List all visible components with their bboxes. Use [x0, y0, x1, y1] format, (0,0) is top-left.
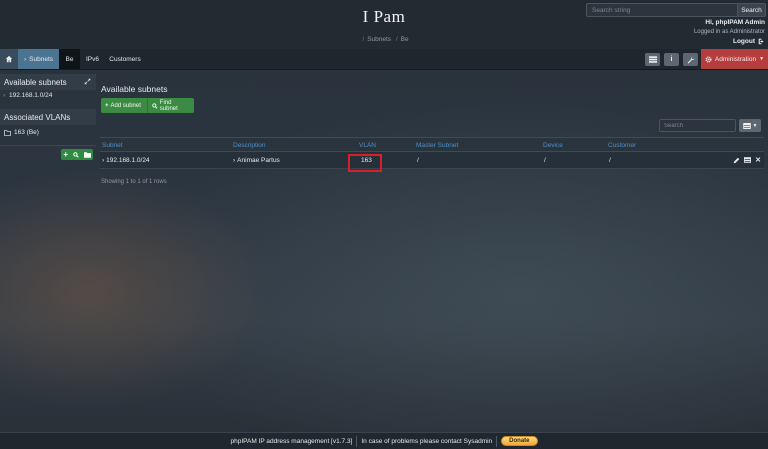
sidebar-subnets-title: Available subnets [4, 77, 67, 87]
sidebar-subnet-label: 192.168.1.0/24 [8, 92, 53, 99]
main-content: Available subnets + Add subnet Find subn… [96, 70, 768, 200]
footer-support-text: In case of problems please contact Sysad… [361, 437, 493, 445]
table-search-input[interactable] [659, 119, 736, 132]
main-navbar: › Subnets Be IPv6 Customers i Administra… [0, 49, 768, 70]
cell-description[interactable]: › Animae Partus [233, 152, 280, 168]
row-actions: ✕ [733, 152, 761, 168]
plus-icon: + [105, 102, 109, 109]
nav-subnets-label: Subnets [29, 55, 54, 63]
breadcrumb-subnets[interactable]: Subnets [367, 36, 391, 43]
administration-menu[interactable]: Administration ▼ [701, 49, 768, 69]
list-view-button[interactable] [645, 53, 660, 66]
search-icon [152, 102, 158, 109]
folder-icon [4, 129, 11, 136]
wrench-icon [687, 56, 695, 64]
logout-label: Logout [732, 38, 755, 45]
column-header-customer[interactable]: Customer [608, 138, 636, 152]
page-footer: phpIPAM IP address management [v1.7.3] I… [0, 432, 768, 449]
chevron-right-icon: › [3, 92, 6, 99]
column-header-subnet[interactable]: Subnet [102, 138, 123, 152]
donate-button[interactable]: Donate [501, 436, 538, 446]
sidebar-item-vlan[interactable]: 163 (Be) [4, 129, 39, 136]
breadcrumb: / Subnets / Be [362, 36, 409, 43]
cell-subnet[interactable]: › 192.168.1.0/24 [102, 152, 150, 168]
column-header-device[interactable]: Device [543, 138, 563, 152]
logged-in-as: Logged in as Administrator [693, 29, 765, 35]
footer-divider [356, 435, 358, 447]
sidebar-vlan-label: 163 (Be) [14, 129, 39, 136]
description-text: Animae Partus [237, 156, 280, 164]
caret-down-icon: ▼ [752, 122, 758, 129]
sidebar-item-subnet[interactable]: › 192.168.1.0/24 [3, 92, 52, 99]
list-icon [648, 56, 657, 63]
sidebar: Available subnets › 192.168.1.0/24 Assoc… [0, 70, 96, 162]
sign-out-icon [758, 38, 764, 45]
global-search-input[interactable] [586, 3, 737, 17]
column-header-description[interactable]: Description [233, 138, 266, 152]
page-header: I Pam /Subnets /Be Search Hi, phpIPAM Ad… [0, 0, 768, 49]
sidebar-actions: + [61, 149, 93, 160]
chevron-right-icon: › [102, 156, 105, 164]
info-icon: i [670, 56, 673, 63]
nav-be[interactable]: Be [59, 49, 80, 69]
columns-toggle-button[interactable]: ▼ [739, 119, 761, 132]
caret-down-icon: ▼ [759, 56, 765, 62]
cell-master-subnet: / [417, 156, 419, 164]
chevron-right-icon: › [23, 55, 27, 63]
table-row[interactable]: › 192.168.1.0/24 › Animae Partus 163 / /… [100, 152, 764, 169]
tools-button[interactable] [683, 53, 698, 66]
delete-icon[interactable]: ✕ [755, 156, 761, 164]
column-header-vlan[interactable]: VLAN [359, 138, 376, 152]
home-icon [5, 55, 13, 63]
add-subnet-label: Add subnet [110, 102, 141, 109]
find-subnet-label: Find subnet [159, 99, 178, 112]
subnet-link[interactable]: 192.168.1.0/24 [106, 157, 149, 164]
info-button[interactable]: i [664, 53, 679, 66]
user-greeting: Hi, phpIPAM Admin [705, 19, 765, 26]
footer-app-version: phpIPAM IP address management [v1.7.3] [230, 437, 353, 445]
table-icon[interactable] [744, 157, 752, 163]
nav-subnets[interactable]: › Subnets [18, 49, 59, 69]
gear-icon [705, 55, 712, 63]
table-columns-icon [742, 122, 751, 129]
search-button[interactable]: Search [737, 3, 766, 17]
folder-icon[interactable] [83, 151, 91, 158]
footer-divider [496, 435, 498, 447]
nav-customers[interactable]: Customers [105, 49, 145, 69]
sidebar-vlans-header: Associated VLANs [0, 109, 96, 125]
sidebar-toolbar: + [0, 145, 96, 162]
add-subnet-button[interactable]: + Add subnet [101, 98, 147, 113]
logout-link[interactable]: Logout [733, 38, 765, 45]
pencil-icon[interactable] [733, 157, 740, 164]
search-icon[interactable] [73, 151, 79, 158]
add-icon[interactable]: + [63, 150, 68, 159]
administration-label: Administration [714, 55, 757, 63]
chevron-right-icon: › [233, 156, 236, 164]
find-subnet-button[interactable]: Find subnet [147, 98, 194, 113]
nav-ipv6[interactable]: IPv6 [80, 49, 105, 69]
sidebar-subnets-header: Available subnets [0, 74, 96, 90]
vlan-highlight-box [348, 154, 382, 172]
column-header-master-subnet[interactable]: Master Subnet [416, 138, 458, 152]
page-title: Available subnets [101, 84, 168, 94]
home-nav-button[interactable] [0, 49, 18, 69]
breadcrumb-be[interactable]: Be [401, 36, 409, 43]
cell-customer: / [609, 156, 611, 164]
pagination-info: Showing 1 to 1 of 1 rows [101, 179, 167, 185]
expand-icon[interactable] [84, 78, 91, 85]
cell-device: / [544, 156, 546, 164]
table-header-row: Subnet Description VLAN Master Subnet De… [100, 137, 764, 152]
subnets-table: Subnet Description VLAN Master Subnet De… [100, 137, 764, 169]
